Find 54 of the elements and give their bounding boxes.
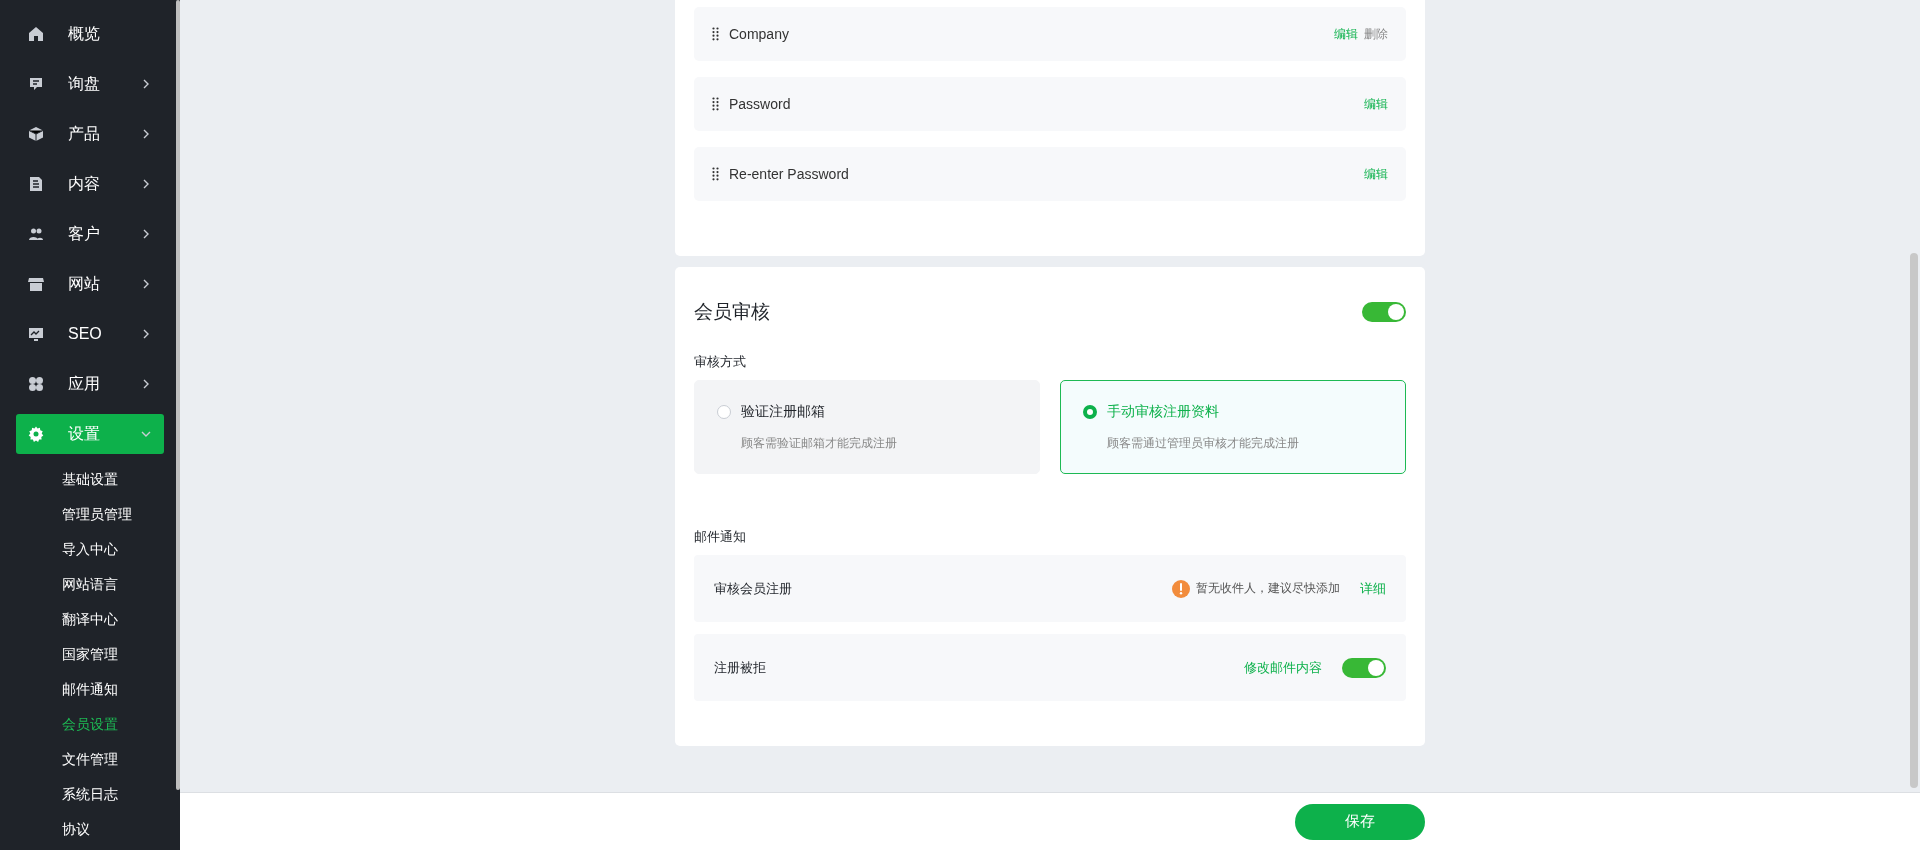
home-icon	[28, 26, 44, 42]
sidebar-subitem[interactable]: 协议	[0, 812, 180, 847]
radio-button[interactable]	[1083, 405, 1097, 419]
notification-label: 审核会员注册	[714, 579, 793, 598]
message-icon	[28, 76, 44, 92]
sidebar-item[interactable]: 网站	[16, 264, 164, 304]
notification-label: 注册被拒	[714, 658, 767, 677]
sidebar-subitem[interactable]: 基础设置	[0, 462, 180, 497]
radio-button[interactable]	[717, 405, 731, 419]
sidebar-item[interactable]: 概览	[16, 14, 164, 54]
drag-handle-icon[interactable]	[712, 27, 719, 41]
field-label: Password	[729, 96, 792, 112]
sidebar-item[interactable]: 应用	[16, 364, 164, 404]
warning-text: 暂无收件人，建议尽快添加	[1196, 580, 1340, 597]
sidebar-subitem[interactable]: 导入中心	[0, 532, 180, 567]
monitor-chart-icon	[28, 326, 44, 342]
sidebar-item[interactable]: 客户	[16, 214, 164, 254]
section-label: 审核方式	[694, 353, 747, 371]
option-card[interactable]: 验证注册邮箱 顾客需验证邮箱才能完成注册	[694, 380, 1040, 474]
drag-handle-icon[interactable]	[712, 97, 719, 111]
sidebar-item[interactable]: 询盘	[16, 64, 164, 104]
scrollbar[interactable]	[176, 0, 180, 790]
field-label: Company	[729, 26, 790, 42]
toggle-switch[interactable]	[1342, 657, 1386, 678]
section-title: 会员审核	[694, 300, 770, 324]
sidebar-item[interactable]: 产品	[16, 114, 164, 154]
document-icon	[28, 176, 44, 192]
store-icon	[28, 276, 44, 292]
warning-icon	[1172, 579, 1190, 598]
sidebar-subitem[interactable]: 国家管理	[0, 637, 180, 672]
sidebar-subitem[interactable]: 网站语言	[0, 567, 180, 602]
sidebar-subitem[interactable]: 系统日志	[0, 777, 180, 812]
sidebar-subitem[interactable]: 文件管理	[0, 742, 180, 777]
sidebar-item[interactable]: SEO	[16, 314, 164, 354]
toggle-switch[interactable]	[1362, 302, 1406, 322]
option-description: 顾客需验证邮箱才能完成注册	[741, 435, 898, 452]
four-dots-icon	[28, 376, 44, 392]
sidebar-subitem[interactable]: 会员设置	[0, 707, 180, 742]
sidebar-subitem[interactable]: 邮件通知	[0, 672, 180, 707]
cube-icon	[28, 126, 44, 142]
option-title: 手动审核注册资料	[1107, 403, 1219, 421]
scrollbar[interactable]	[1910, 253, 1918, 788]
gear-icon	[28, 426, 44, 442]
drag-handle-icon[interactable]	[712, 167, 719, 181]
section-label: 邮件通知	[694, 528, 747, 546]
delete-link[interactable]: 删除	[1364, 25, 1388, 43]
option-title: 验证注册邮箱	[741, 403, 825, 421]
people-icon	[28, 226, 44, 242]
sidebar-item[interactable]: 内容	[16, 164, 164, 204]
sidebar-subitem[interactable]: 翻译中心	[0, 602, 180, 637]
option-description: 顾客需通过管理员审核才能完成注册	[1107, 435, 1300, 452]
field-label: Re-enter Password	[729, 166, 850, 182]
sidebar-subitem[interactable]: 管理员管理	[0, 497, 180, 532]
option-card[interactable]: 手动审核注册资料 顾客需通过管理员审核才能完成注册	[1060, 380, 1406, 474]
